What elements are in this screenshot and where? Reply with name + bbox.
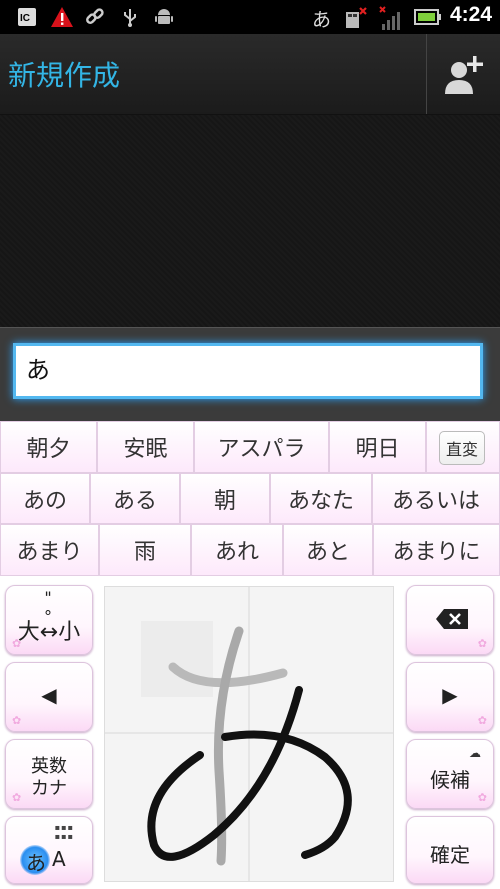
status-bar: IC あ 4:24: [0, 0, 500, 34]
flower-decoration-icon: ✿: [12, 714, 22, 727]
candidate-item[interactable]: あの: [0, 473, 90, 524]
candidates-key[interactable]: ☁ 候補 ✿: [406, 739, 494, 809]
ime-indicator: あ: [312, 9, 332, 31]
add-contact-icon: [445, 56, 483, 94]
candidate-item[interactable]: あなた: [270, 473, 372, 524]
candidate-item[interactable]: あまりに: [373, 524, 500, 576]
candidate-item[interactable]: 朝: [180, 473, 270, 524]
usb-icon: [119, 6, 141, 28]
flower-decoration-icon: ✿: [477, 637, 487, 650]
candidate-item[interactable]: あるいは: [372, 473, 500, 524]
action-bar: 新規作成: [0, 34, 500, 115]
message-input[interactable]: あ: [13, 343, 483, 399]
candidate-item[interactable]: あと: [283, 524, 373, 576]
flower-decoration-icon: ✿: [477, 791, 487, 804]
warning-icon: [50, 6, 73, 28]
flower-decoration-icon: ✿: [12, 791, 22, 804]
delete-key[interactable]: ✿: [406, 585, 494, 655]
candidate-item[interactable]: 雨: [99, 524, 191, 576]
direct-convert-button[interactable]: 直変: [439, 431, 485, 465]
candidate-item[interactable]: 安眠: [97, 421, 194, 473]
message-thread-area: [0, 115, 500, 327]
add-recipient-button[interactable]: [426, 34, 500, 114]
backspace-icon: [436, 609, 468, 629]
input-mode-key[interactable]: ▪▪▪ ▪▪▪ あ A: [5, 816, 93, 884]
candidate-item[interactable]: あれ: [191, 524, 283, 576]
link-icon: [84, 6, 106, 28]
right-arrow-icon: ▶: [442, 683, 458, 707]
confirm-label: 確定: [430, 843, 470, 867]
flower-decoration-icon: ✿: [12, 637, 22, 650]
cursor-right-key[interactable]: ▶ ✿: [406, 662, 494, 732]
case-toggle-key[interactable]: " ° 大↔小 ✿: [5, 585, 93, 655]
candidates-label: 候補: [430, 768, 470, 792]
clock: 4:24: [449, 3, 492, 26]
candidate-item[interactable]: 明日: [329, 421, 426, 473]
handwriting-strokes: [105, 587, 393, 881]
candidate-item[interactable]: ある: [90, 473, 180, 524]
svg-text:IC: IC: [20, 13, 30, 24]
cloud-icon: ☁: [469, 746, 481, 760]
eisu-kana-key[interactable]: 英数 カナ ✿: [5, 739, 93, 809]
more-dots-icon: ▪▪▪ ▪▪▪: [54, 823, 74, 841]
battery-icon: [414, 6, 442, 28]
left-arrow-icon: ◀: [41, 683, 57, 707]
mode-alpha-label: A: [52, 847, 66, 871]
sd-card-icon: [343, 6, 367, 28]
cursor-left-key[interactable]: ◀ ✿: [5, 662, 93, 732]
confirm-key[interactable]: 確定: [406, 816, 494, 884]
candidate-convert-cell: 直変: [426, 421, 500, 473]
page-title: 新規作成: [8, 59, 121, 92]
signal-icon: [378, 6, 400, 30]
candidate-item[interactable]: 朝夕: [0, 421, 97, 473]
flower-decoration-icon: ✿: [477, 714, 487, 727]
candidate-item[interactable]: アスパラ: [194, 421, 329, 473]
compose-bar: あ: [0, 327, 500, 422]
mode-kana-label: あ: [26, 851, 46, 875]
candidate-item[interactable]: あまり: [0, 524, 99, 576]
handwriting-pad[interactable]: [104, 586, 394, 882]
ic-badge-icon: IC: [16, 6, 38, 28]
candidate-list: 朝夕 安眠 アスパラ 明日 直変 あの ある 朝 あなた あるいは あまり 雨 …: [0, 421, 500, 576]
android-icon: [153, 6, 175, 28]
